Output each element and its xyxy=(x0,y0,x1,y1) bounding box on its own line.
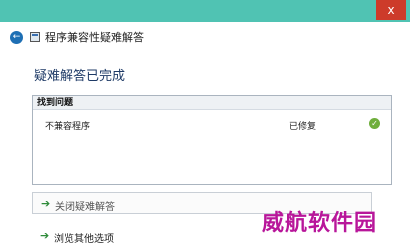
window-title: 程序兼容性疑难解答 xyxy=(45,31,144,44)
explore-other-options-link[interactable]: ➔ 浏览其他选项 xyxy=(32,226,232,245)
back-arrow-icon[interactable]: ← xyxy=(10,31,23,44)
close-troubleshooter-label: 关闭疑难解答 xyxy=(55,202,115,213)
problem-name: 不兼容程序 xyxy=(45,122,91,132)
green-arrow-icon: ➔ xyxy=(41,197,51,210)
problem-status: 已修复 xyxy=(289,122,317,132)
troubleshooter-app-icon xyxy=(30,32,40,42)
check-circle-icon: ✓ xyxy=(369,118,380,129)
problems-found-panel: 找到问题 不兼容程序 已修复 ✓ xyxy=(32,95,392,185)
site-watermark: 威航软件园 xyxy=(262,211,378,236)
page-title: 疑难解答已完成 xyxy=(34,69,126,84)
explore-other-options-label: 浏览其他选项 xyxy=(54,234,114,245)
window-header: ← 程序兼容性疑难解答 xyxy=(0,22,410,52)
problems-found-header: 找到问题 xyxy=(33,96,391,110)
window-top-bar: x xyxy=(0,0,410,22)
green-arrow-icon: ➔ xyxy=(40,229,50,242)
close-window-button[interactable]: x xyxy=(376,0,406,20)
